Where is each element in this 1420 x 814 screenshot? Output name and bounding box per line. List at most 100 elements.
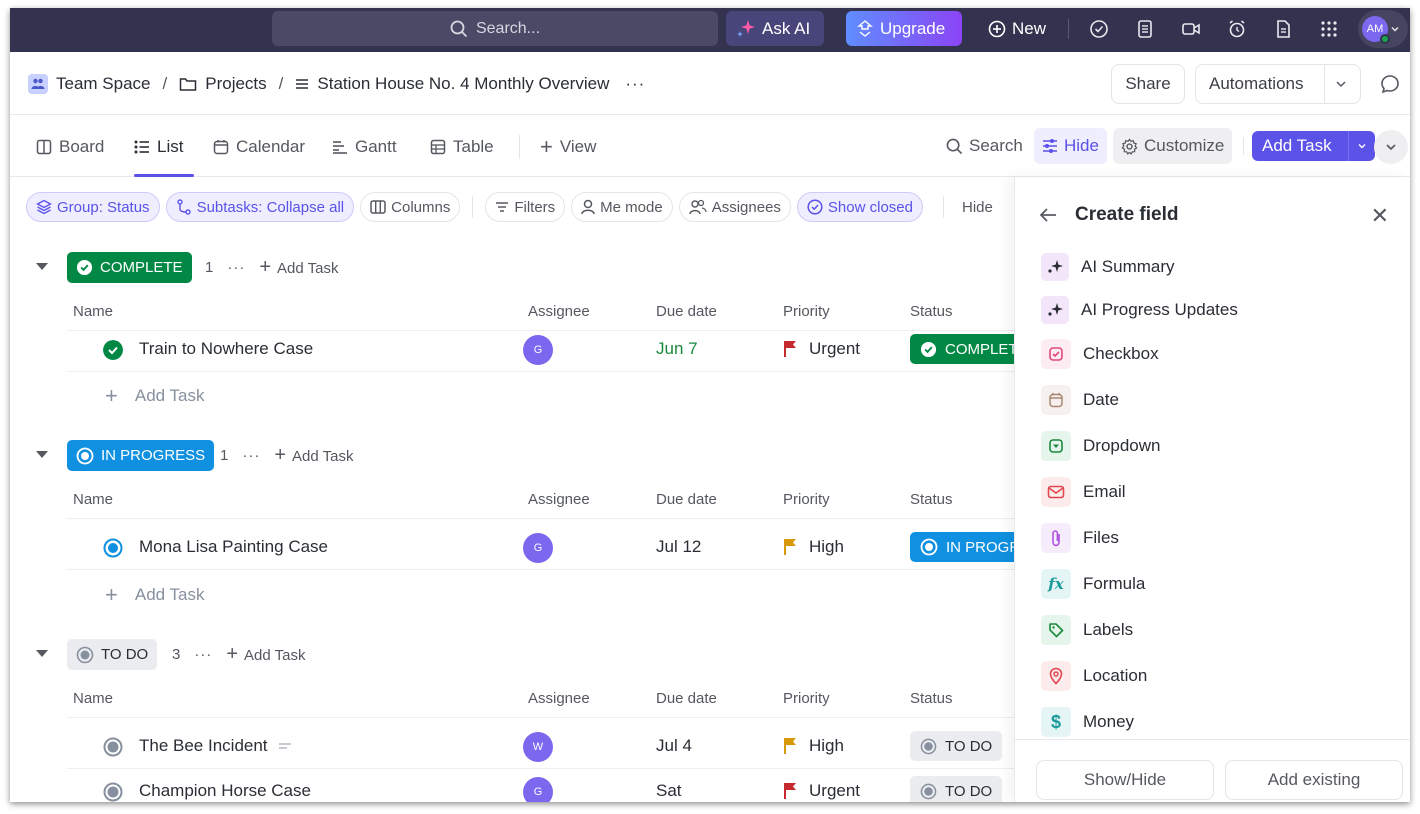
col-name[interactable]: Name [73,491,113,508]
field-type-ai-progress-updates[interactable]: AI Progress Updates [1041,294,1238,326]
hide-filters-button[interactable]: Hide [962,199,993,216]
group-status-badge[interactable]: IN PROGRESS [67,440,215,471]
task-name[interactable]: Mona Lisa Painting Case [139,537,328,557]
group-status-badge[interactable]: TO DO [67,639,158,670]
hide-button[interactable]: Hide [1034,128,1107,164]
tab-calendar[interactable]: Calendar [213,133,305,161]
due-date[interactable]: Jul 12 [656,537,701,557]
task-row[interactable]: The Bee Incident W Jul 4 High TO DO [67,725,1014,769]
priority-cell[interactable]: High [783,537,844,557]
task-name-cell[interactable]: The Bee Incident [139,736,292,756]
task-row[interactable]: Mona Lisa Painting Case G Jul 12 High IN… [67,526,1014,570]
add-existing-button[interactable]: Add existing [1225,760,1403,800]
task-name[interactable]: Champion Horse Case [139,781,311,801]
col-assignee[interactable]: Assignee [528,491,590,508]
task-name[interactable]: Train to Nowhere Case [139,339,313,359]
col-assignee[interactable]: Assignee [528,690,590,707]
user-menu[interactable]: AM [1358,10,1408,48]
assignee-avatar[interactable]: G [523,777,553,802]
col-priority[interactable]: Priority [783,303,830,320]
group-more-icon[interactable]: ··· [242,447,260,464]
col-name[interactable]: Name [73,690,113,707]
global-search-input[interactable]: Search... [272,11,718,46]
chat-icon[interactable] [1380,74,1400,99]
more-options-icon[interactable]: ··· [625,74,645,94]
col-assignee[interactable]: Assignee [528,303,590,320]
add-task-dropdown[interactable] [1347,131,1375,161]
add-task-button[interactable]: Add Task [1252,131,1375,161]
subtasks-chip[interactable]: Subtasks: Collapse all [165,192,355,222]
priority-cell[interactable]: Urgent [783,781,860,801]
status-in-progress-icon[interactable] [103,538,123,558]
status-complete-icon[interactable] [103,340,123,360]
upgrade-button[interactable]: Upgrade [846,11,962,46]
col-status[interactable]: Status [910,303,953,320]
share-button[interactable]: Share [1111,64,1185,104]
columns-chip[interactable]: Columns [360,192,461,222]
assignees-chip[interactable]: Assignees [678,192,791,222]
field-type-files[interactable]: Files [1041,522,1119,554]
status-to-do-icon[interactable] [103,782,123,802]
field-type-email[interactable]: Email [1041,476,1126,508]
apps-grid-icon[interactable] [1316,16,1342,42]
group-add-task-button[interactable]: + Add Task [259,256,338,279]
status-pill[interactable]: TO DO [910,776,1003,802]
new-button[interactable]: New [978,11,1068,46]
col-due-date[interactable]: Due date [656,303,717,320]
priority-cell[interactable]: High [783,736,844,756]
back-arrow-icon[interactable] [1039,207,1057,223]
col-due-date[interactable]: Due date [656,690,717,707]
group-more-icon[interactable]: ··· [227,259,245,276]
group-add-task-button[interactable]: + Add Task [226,643,305,666]
search-tasks-button[interactable]: Search [938,128,1031,164]
customize-button[interactable]: Customize [1113,128,1233,164]
status-pill[interactable]: IN PROGR [910,532,1014,562]
ask-ai-button[interactable]: Ask AI [726,11,824,46]
document-icon[interactable] [1270,16,1296,42]
col-due-date[interactable]: Due date [656,491,717,508]
group-status-badge[interactable]: COMPLETE [67,252,192,283]
inline-add-task[interactable]: + Add Task [105,580,204,610]
alarm-clock-icon[interactable] [1224,16,1250,42]
field-type-formula[interactable]: fx Formula [1041,568,1145,600]
breadcrumb-projects[interactable]: Projects [205,74,266,94]
assignee-avatar[interactable]: G [523,533,553,563]
check-circle-icon[interactable] [1086,16,1112,42]
due-date[interactable]: Sat [656,781,682,801]
automations-button[interactable]: Automations [1195,64,1361,104]
tab-list[interactable]: List [134,133,183,161]
assignee-avatar[interactable]: G [523,335,553,365]
show-hide-button[interactable]: Show/Hide [1036,760,1214,800]
breadcrumb-list-name[interactable]: Station House No. 4 Monthly Overview [317,74,609,94]
priority-cell[interactable]: Urgent [783,339,860,359]
group-by-chip[interactable]: Group: Status [26,192,160,222]
due-date[interactable]: Jun 7 [656,339,698,359]
group-more-icon[interactable]: ··· [194,646,212,663]
close-icon[interactable]: ✕ [1371,203,1389,229]
field-type-checkbox[interactable]: Checkbox [1041,338,1159,370]
me-mode-chip[interactable]: Me mode [571,192,673,222]
assignee-avatar[interactable]: W [523,732,553,762]
due-date[interactable]: Jul 4 [656,736,692,756]
add-view-button[interactable]: + View [540,133,596,161]
field-type-date[interactable]: Date [1041,384,1119,416]
field-type-ai-summary[interactable]: AI Summary [1041,251,1175,283]
field-type-location[interactable]: Location [1041,660,1147,692]
field-type-labels[interactable]: Labels [1041,614,1133,646]
tab-gantt[interactable]: Gantt [332,133,397,161]
filters-chip[interactable]: Filters [485,192,566,222]
field-type-money[interactable]: $ Money [1041,706,1134,738]
task-row[interactable]: Train to Nowhere Case G Jun 7 Urgent COM… [67,328,1014,372]
automations-dropdown[interactable] [1324,65,1357,103]
collapse-caret-icon[interactable] [36,451,48,458]
status-pill[interactable]: COMPLETE [910,334,1014,364]
col-priority[interactable]: Priority [783,491,830,508]
status-to-do-icon[interactable] [103,737,123,757]
group-add-task-button[interactable]: + Add Task [274,444,353,467]
breadcrumb-team-space[interactable]: Team Space [56,74,151,94]
field-type-dropdown[interactable]: Dropdown [1041,430,1161,462]
status-pill[interactable]: TO DO [910,731,1003,761]
collapse-caret-icon[interactable] [36,263,48,270]
inline-add-task[interactable]: + Add Task [105,381,204,411]
task-row[interactable]: Champion Horse Case G Sat Urgent TO DO [67,770,1014,802]
